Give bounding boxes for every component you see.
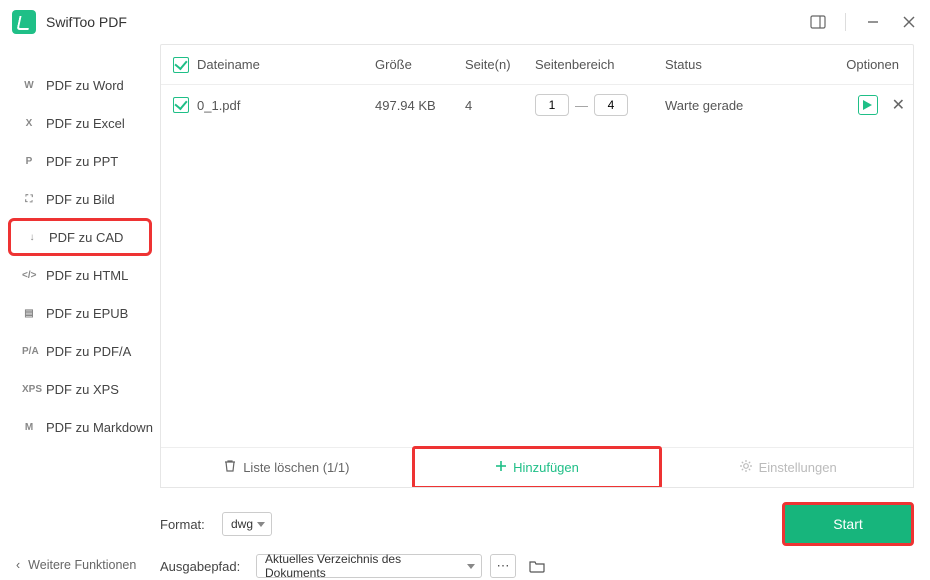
gear-icon xyxy=(739,459,753,476)
range-to-input[interactable] xyxy=(594,94,628,116)
sidebar-item-label: PDF zu PDF/A xyxy=(46,344,131,359)
sidebar-item-excel[interactable]: X PDF zu Excel xyxy=(0,104,160,142)
epub-icon: ▤ xyxy=(22,308,36,319)
sidebar-item-label: PDF zu EPUB xyxy=(46,306,128,321)
minimize-button[interactable] xyxy=(864,13,882,31)
sidebar-item-label: PDF zu XPS xyxy=(46,382,119,397)
app-title: SwifToo PDF xyxy=(46,14,127,30)
sidebar-item-label: PDF zu Markdown xyxy=(46,420,153,435)
cell-size: 497.94 KB xyxy=(375,98,465,113)
col-range: Seitenbereich xyxy=(535,57,665,72)
clear-list-button[interactable]: Liste löschen (1/1) xyxy=(161,448,412,487)
col-size: Größe xyxy=(375,57,465,72)
sidebar-item-label: PDF zu HTML xyxy=(46,268,128,283)
add-file-label: Hinzufügen xyxy=(513,460,579,475)
sidebar-item-label: PDF zu Excel xyxy=(46,116,125,131)
sidebar: W PDF zu Word X PDF zu Excel P PDF zu PP… xyxy=(0,44,160,580)
sidebar-item-pdfa[interactable]: P/A PDF zu PDF/A xyxy=(0,332,160,370)
table-row: 0_1.pdf 497.94 KB 4 — Warte gerade ✕ xyxy=(161,85,913,125)
sidebar-item-xps[interactable]: XPS PDF zu XPS xyxy=(0,370,160,408)
pdfa-icon: P/A xyxy=(22,346,36,357)
sidebar-item-label: PDF zu CAD xyxy=(49,230,123,245)
table-header-row: Dateiname Größe Seite(n) Seitenbereich S… xyxy=(161,45,913,85)
col-options: Optionen xyxy=(805,57,905,72)
sidebar-item-word[interactable]: W PDF zu Word xyxy=(0,66,160,104)
row-actions: ✕ xyxy=(805,95,905,115)
more-options-button[interactable]: ⋯ xyxy=(490,554,516,578)
file-table: Dateiname Größe Seite(n) Seitenbereich S… xyxy=(160,44,914,488)
table-actions: Liste löschen (1/1) Hinzufügen Einstellu… xyxy=(161,447,913,487)
col-pages: Seite(n) xyxy=(465,57,535,72)
titlebar-sep xyxy=(845,13,846,31)
row-play-button[interactable] xyxy=(858,95,878,115)
sidebar-item-image[interactable]: ⛶ PDF zu Bild xyxy=(0,180,160,218)
app-icon xyxy=(12,10,36,34)
main: W PDF zu Word X PDF zu Excel P PDF zu PP… xyxy=(0,44,930,580)
image-icon: ⛶ xyxy=(22,194,36,205)
excel-icon: X xyxy=(22,118,36,129)
html-icon: </> xyxy=(22,270,36,281)
bottom-panel: Format: dwg Start Ausgabepfad: Aktuelles… xyxy=(160,488,914,580)
range-sep: — xyxy=(575,98,588,113)
sidebar-item-label: PDF zu PPT xyxy=(46,154,118,169)
cell-status: Warte gerade xyxy=(665,98,805,113)
cad-icon: ↓ xyxy=(25,232,39,243)
sidebar-item-html[interactable]: </> PDF zu HTML xyxy=(0,256,160,294)
row-remove-button[interactable]: ✕ xyxy=(892,95,905,115)
ppt-icon: P xyxy=(22,156,36,167)
markdown-icon: M xyxy=(22,422,36,433)
range-from-input[interactable] xyxy=(535,94,569,116)
titlebar: SwifToo PDF xyxy=(0,0,930,44)
xps-icon: XPS xyxy=(22,384,36,395)
cell-range: — xyxy=(535,94,665,116)
cell-filename: 0_1.pdf xyxy=(197,98,375,113)
word-icon: W xyxy=(22,80,36,91)
outpath-value: Aktuelles Verzeichnis des Dokuments xyxy=(265,552,463,580)
trash-icon xyxy=(223,459,237,476)
settings-label: Einstellungen xyxy=(759,460,837,475)
cell-pages: 4 xyxy=(465,98,535,113)
outpath-select[interactable]: Aktuelles Verzeichnis des Dokuments xyxy=(256,554,482,578)
sidebar-item-label: PDF zu Bild xyxy=(46,192,115,207)
table-body: 0_1.pdf 497.94 KB 4 — Warte gerade ✕ xyxy=(161,85,913,447)
sidebar-more[interactable]: ‹ Weitere Funktionen xyxy=(16,558,136,572)
settings-button[interactable]: Einstellungen xyxy=(662,448,913,487)
close-button[interactable] xyxy=(900,13,918,31)
outpath-label: Ausgabepfad: xyxy=(160,559,248,574)
format-value: dwg xyxy=(231,517,253,531)
start-button[interactable]: Start xyxy=(782,502,914,546)
sidebar-item-ppt[interactable]: P PDF zu PPT xyxy=(0,142,160,180)
row-checkbox[interactable] xyxy=(173,97,189,113)
sidebar-item-epub[interactable]: ▤ PDF zu EPUB xyxy=(0,294,160,332)
col-filename: Dateiname xyxy=(197,57,375,72)
add-file-button[interactable]: Hinzufügen xyxy=(412,446,663,488)
start-label: Start xyxy=(833,516,863,532)
col-status: Status xyxy=(665,57,805,72)
sidebar-item-markdown[interactable]: M PDF zu Markdown xyxy=(0,408,160,446)
select-all-checkbox[interactable] xyxy=(173,57,189,73)
chevron-left-icon: ‹ xyxy=(16,558,20,572)
format-label: Format: xyxy=(160,517,214,532)
plus-icon xyxy=(495,460,507,475)
content: Dateiname Größe Seite(n) Seitenbereich S… xyxy=(160,44,930,580)
format-select[interactable]: dwg xyxy=(222,512,272,536)
sidebar-more-label: Weitere Funktionen xyxy=(28,558,136,572)
sidebar-item-label: PDF zu Word xyxy=(46,78,124,93)
sidebar-item-cad[interactable]: ↓ PDF zu CAD xyxy=(8,218,152,256)
layout-icon[interactable] xyxy=(809,13,827,31)
open-folder-button[interactable] xyxy=(524,554,550,578)
clear-list-label: Liste löschen (1/1) xyxy=(243,460,349,475)
